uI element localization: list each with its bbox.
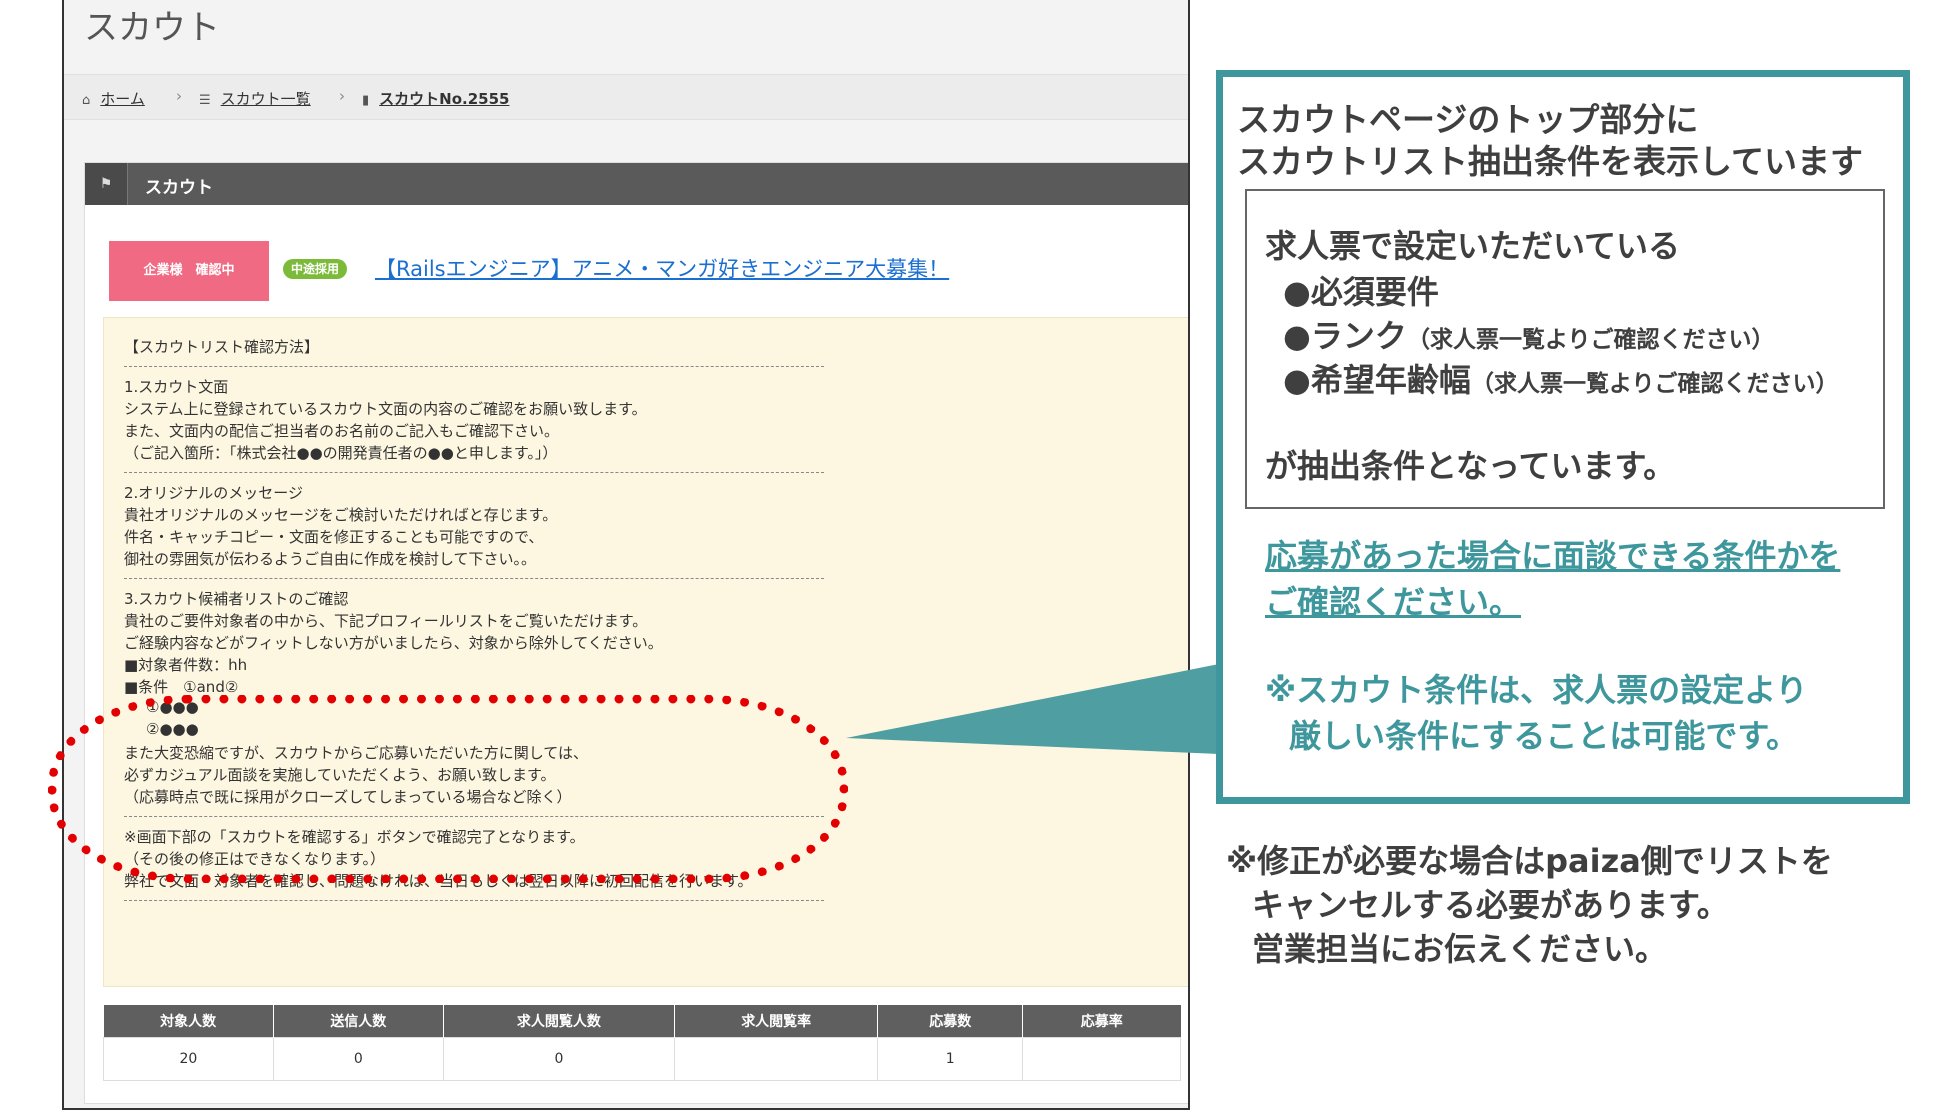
callout-heading: スカウトリスト抽出条件を表示しています <box>1237 142 1864 181</box>
condition-item: ●ランク（求人票一覧よりご確認ください） <box>1283 317 1775 355</box>
condition-item: ●希望年齢幅（求人票一覧よりご確認ください） <box>1283 361 1839 399</box>
callout-heading: スカウトページのトップ部分に <box>1237 100 1699 139</box>
scout-condition-caution: ※スカウト条件は、求人票の設定より <box>1265 671 1808 709</box>
extraction-conditions-box: 求人票で設定いただいている ●必須要件 ●ランク（求人票一覧よりご確認ください）… <box>1245 189 1885 509</box>
interview-condition-note: 応募があった場合に面談できる条件かを <box>1265 537 1841 575</box>
interview-condition-note: ご確認ください。 <box>1265 583 1522 621</box>
revision-footnote: キャンセルする必要があります。 <box>1252 886 1729 924</box>
callout-box: スカウトページのトップ部分に スカウトリスト抽出条件を表示しています 求人票で設… <box>1216 70 1910 804</box>
conditions-summary: が抽出条件となっています。 <box>1265 447 1676 485</box>
conditions-intro: 求人票で設定いただいている <box>1265 227 1681 265</box>
callout-pointer-shape <box>846 664 1219 754</box>
revision-footnote: 営業担当にお伝えください。 <box>1252 930 1668 968</box>
revision-footnote: ※修正が必要な場合はpaiza側でリストを <box>1226 842 1833 880</box>
scout-condition-caution: 厳しい条件にすることは可能です。 <box>1289 717 1799 755</box>
condition-item: ●必須要件 <box>1283 273 1439 311</box>
